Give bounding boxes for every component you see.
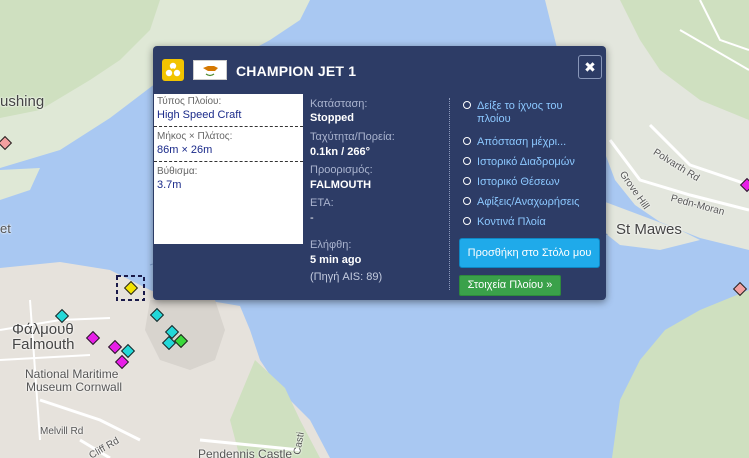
map-label-museum-line1: National Maritime (25, 367, 119, 381)
spec-dims-value: 86m × 26m (157, 144, 213, 156)
vessel-info-popup: CHAMPION JET 1 ✖ Τύπος Πλοίου: High Spee… (153, 46, 606, 300)
bullet-icon (463, 197, 471, 206)
status-label: Κατάσταση: (310, 98, 368, 110)
link-arrivals-departures[interactable]: Αφίξεις/Αναχωρήσεις (463, 196, 579, 209)
map-label-museum-line2: Museum Cornwall (26, 380, 123, 394)
link-nearby-vessels[interactable]: Κοντινά Πλοία (463, 216, 546, 229)
spec-divider (154, 126, 303, 127)
vessel-specs-box: Τύπος Πλοίου: High Speed Craft Μήκος × Π… (154, 94, 303, 244)
spec-draught-label: Βύθισμα: (157, 166, 198, 177)
map-label-st-mawes: St Mawes (616, 221, 682, 238)
status-value: Stopped (310, 112, 354, 124)
bullet-icon (463, 177, 471, 186)
add-to-fleet-button[interactable]: Προσθήκη στο Στόλο μου (459, 238, 600, 268)
link-distance-to[interactable]: Απόσταση μέχρι... (463, 136, 566, 149)
cyprus-flag-icon (193, 60, 227, 80)
spec-draught-value: 3.7m (157, 179, 182, 191)
destination-value: FALMOUTH (310, 179, 372, 191)
speed-craft-icon (162, 59, 184, 81)
link-voyage-history[interactable]: Ιστορικό Διαδρομών (463, 156, 575, 169)
ais-source: (Πηγή AIS: 89) (310, 271, 383, 283)
bullet-icon (463, 137, 471, 146)
map-label-pendennis: Pendennis Castle (198, 447, 293, 458)
speed-course-value: 0.1kn / 266° (310, 146, 371, 158)
spec-dims-label: Μήκος × Πλάτος: (157, 131, 233, 142)
map-label-falmouth: Falmouth (12, 336, 75, 353)
popup-header: CHAMPION JET 1 ✖ (153, 46, 606, 92)
destination-label: Προορισμός: (310, 164, 373, 176)
eta-label: ETA: (310, 197, 334, 209)
map-label-et: et (0, 221, 11, 236)
spec-dimensions: Μήκος × Πλάτος: 86m × 26m (154, 131, 303, 157)
map-label-melvill-rd: Melvill Rd (40, 426, 84, 437)
bullet-icon (463, 157, 471, 166)
column-divider (449, 98, 450, 290)
vessel-name-title: CHAMPION JET 1 (236, 63, 357, 79)
received-value: 5 min ago (310, 254, 362, 266)
bullet-icon (463, 101, 471, 110)
bullet-icon (463, 217, 471, 226)
map-label-fishing: ushing (0, 93, 45, 110)
spec-type: Τύπος Πλοίου: High Speed Craft (154, 96, 303, 122)
spec-draught: Βύθισμα: 3.7m (154, 166, 303, 192)
speed-course-label: Ταχύτητα/Πορεία: (310, 131, 395, 143)
close-button[interactable]: ✖ (578, 55, 602, 79)
spec-divider (154, 161, 303, 162)
spec-type-value: High Speed Craft (157, 109, 242, 121)
vessel-details-button[interactable]: Στοιχεία Πλοίου » (459, 275, 561, 296)
link-position-history[interactable]: Ιστορικό Θέσεων (463, 176, 560, 189)
eta-value: - (310, 212, 314, 224)
received-label: Ελήφθη: (310, 239, 352, 251)
spec-type-label: Τύπος Πλοίου: (157, 96, 222, 107)
link-show-track[interactable]: Δείξε το ίχνος του πλοίου (463, 100, 562, 126)
